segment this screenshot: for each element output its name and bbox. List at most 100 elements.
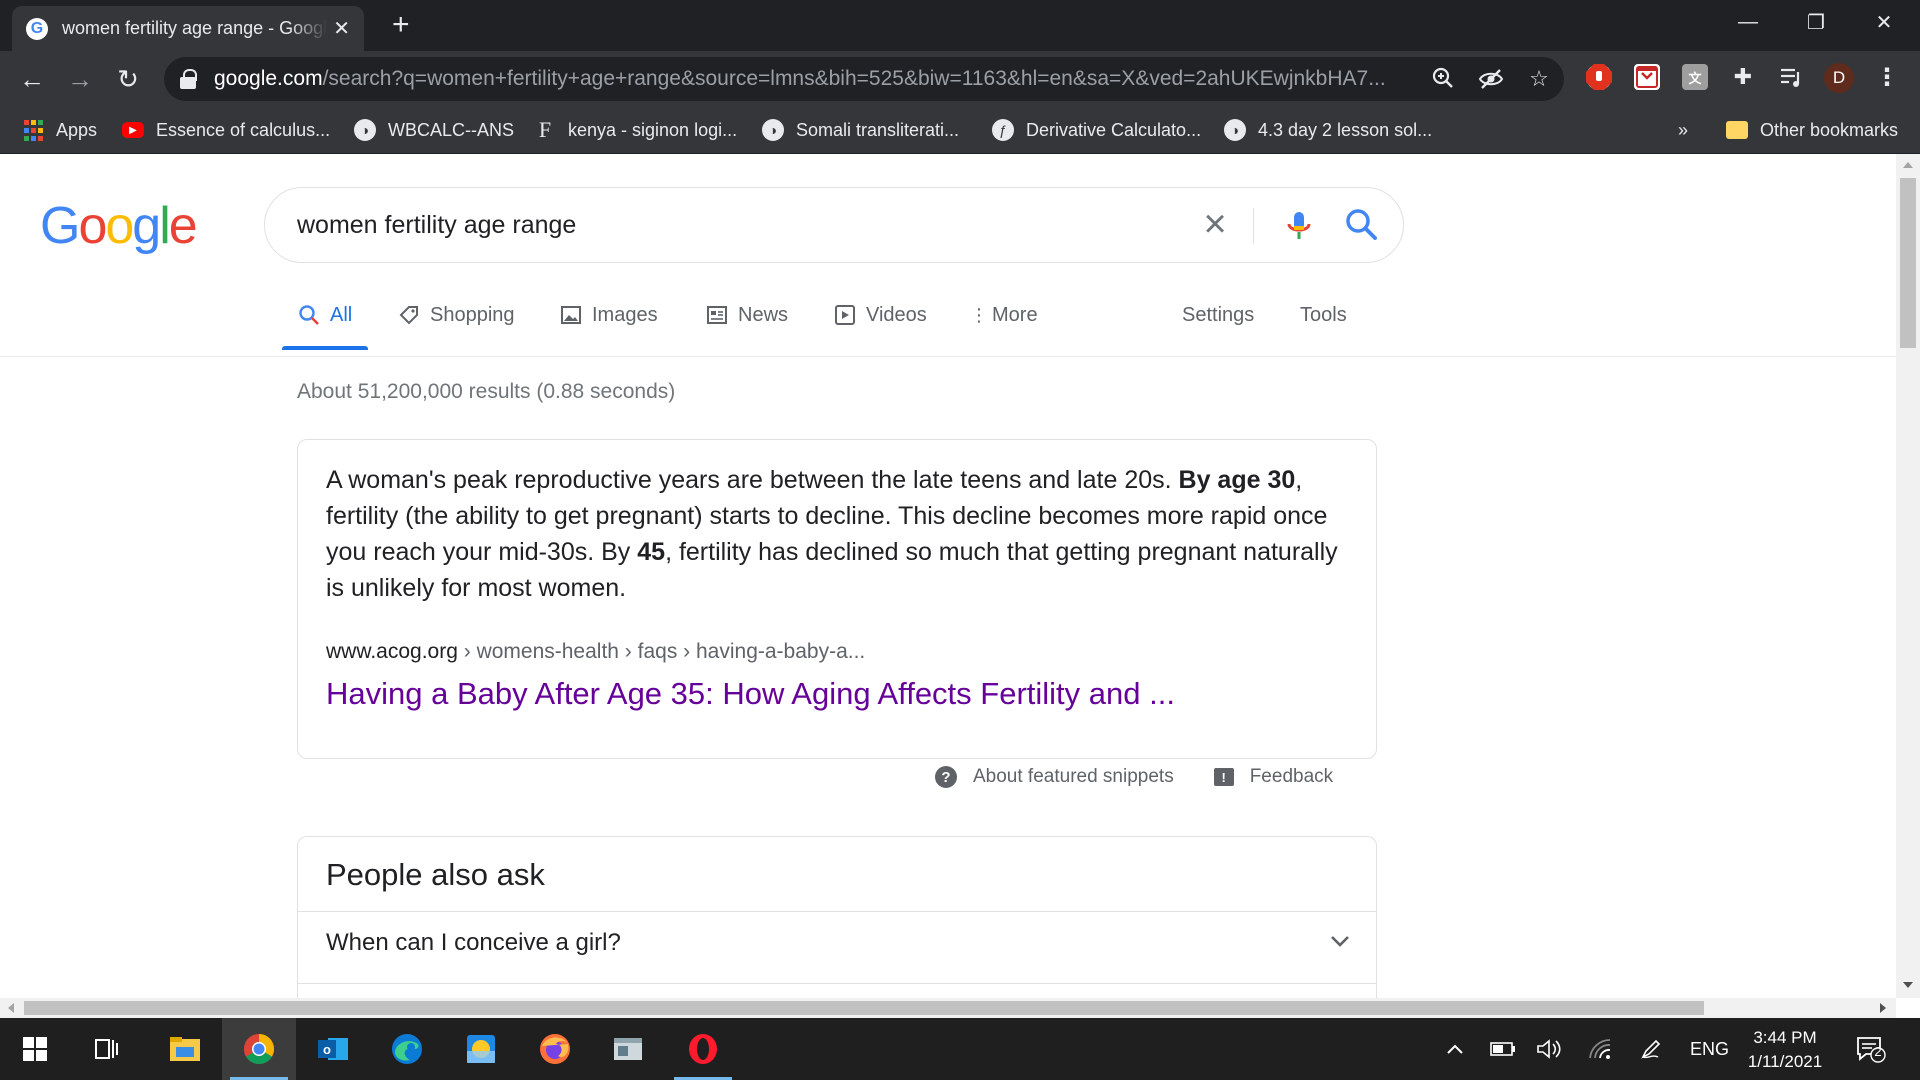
ad-block-extension-icon[interactable] — [1586, 64, 1612, 90]
paa-question[interactable]: When can I conceive a girl? — [326, 929, 621, 957]
vertical-scroll-thumb[interactable] — [1900, 178, 1916, 348]
pen-ink-icon[interactable] — [1640, 1018, 1662, 1080]
logo-letter: G — [40, 197, 80, 255]
forward-arrow-icon[interactable]: → — [62, 61, 98, 97]
edge-icon[interactable] — [370, 1018, 444, 1080]
bookmark-apps[interactable]: Apps — [22, 117, 97, 143]
logo-letter: e — [168, 197, 198, 255]
horizontal-scroll-thumb[interactable] — [24, 1001, 1704, 1015]
language-indicator[interactable]: ENG — [1690, 1018, 1729, 1080]
logo-letter: l — [159, 197, 170, 255]
microphone-icon[interactable] — [1279, 206, 1319, 246]
bookmark-essence-of-calculus[interactable]: ▶ Essence of calculus... — [122, 117, 330, 143]
zoom-icon[interactable] — [1430, 66, 1456, 92]
bookmark-wbcalc[interactable]: ◑ WBCALC--ANS — [354, 117, 514, 143]
tools-link[interactable]: Tools — [1300, 294, 1347, 350]
news-icon — [706, 304, 728, 326]
browser-toolbar: ← → ↻ google.com/search?q=women+fertilit… — [0, 51, 1920, 107]
eye-off-icon[interactable] — [1478, 66, 1504, 92]
search-input[interactable]: women fertility age range — [297, 211, 576, 240]
media-queue-icon[interactable] — [1778, 64, 1804, 90]
start-button[interactable] — [0, 1018, 70, 1080]
volume-icon[interactable] — [1536, 1018, 1562, 1080]
app-window-icon[interactable] — [592, 1018, 666, 1080]
paa-divider — [298, 911, 1376, 912]
close-window-button[interactable]: ✕ — [1852, 0, 1916, 44]
google-logo[interactable]: Google — [40, 196, 198, 256]
show-hidden-icons-chevron-icon[interactable] — [1446, 1018, 1464, 1080]
bookmark-derivative-calculator[interactable]: ƒ Derivative Calculato... — [992, 117, 1201, 143]
horizontal-scrollbar[interactable] — [0, 998, 1896, 1018]
tab-images[interactable]: Images — [560, 294, 658, 350]
search-submit-icon[interactable] — [1341, 204, 1383, 246]
system-clock[interactable]: 3:44 PM 1/11/2021 — [1730, 1026, 1840, 1074]
chrome-taskbar-icon[interactable] — [222, 1018, 296, 1080]
clear-search-icon[interactable]: × — [1195, 204, 1235, 246]
reload-icon[interactable]: ↻ — [110, 61, 146, 97]
f-site-icon: F — [538, 117, 552, 142]
translate-extension-icon[interactable]: 文 — [1682, 64, 1708, 90]
bookmark-kenya-siginon[interactable]: F kenya - siginon logi... — [534, 117, 737, 143]
vertical-scrollbar[interactable] — [1896, 154, 1920, 998]
address-bar[interactable]: google.com/search?q=women+fertility+age+… — [164, 57, 1564, 101]
tab-close-icon[interactable]: ✕ — [333, 16, 350, 41]
feedback-link[interactable]: Feedback — [1250, 766, 1333, 788]
browser-tab[interactable]: G women fertility age range - Google Sea… — [12, 6, 364, 51]
result-citation[interactable]: www.acog.org › womens-health › faqs › ha… — [326, 640, 1348, 664]
chevron-down-icon[interactable] — [1328, 929, 1352, 953]
tab-news[interactable]: News — [706, 294, 788, 350]
featured-snippet: A woman's peak reproductive years are be… — [297, 439, 1377, 759]
search-box-divider — [1253, 208, 1254, 244]
other-bookmarks[interactable]: Other bookmarks — [1726, 117, 1898, 143]
chrome-menu-icon[interactable]: ⋮ — [1874, 64, 1900, 91]
wifi-icon[interactable] — [1588, 1018, 1612, 1080]
tab-all[interactable]: All — [282, 294, 369, 350]
tab-more[interactable]: ⋮ More — [970, 294, 1038, 350]
bookmark-lesson-solutions[interactable]: ◑ 4.3 day 2 lesson sol... — [1224, 117, 1432, 143]
google-favicon-icon: G — [26, 17, 48, 40]
bookmark-somali-transliteration[interactable]: ◑ Somali transliterati... — [762, 117, 959, 143]
profile-avatar[interactable]: D — [1824, 63, 1854, 93]
opera-icon[interactable] — [666, 1018, 740, 1080]
scroll-left-arrow-icon[interactable] — [8, 1003, 14, 1013]
tab-shopping[interactable]: Shopping — [398, 294, 515, 350]
search-results-page: Google women fertility age range × All S… — [0, 154, 1896, 998]
tag-icon — [398, 304, 420, 326]
logo-letter: g — [132, 197, 161, 255]
save-extension-icon[interactable] — [1634, 64, 1660, 90]
file-explorer-icon[interactable] — [148, 1018, 222, 1080]
result-stats: About 51,200,000 results (0.88 seconds) — [297, 380, 676, 403]
svg-text:o: o — [323, 1042, 331, 1057]
about-featured-snippets-link[interactable]: About featured snippets — [973, 766, 1174, 788]
task-view-icon[interactable] — [70, 1018, 144, 1080]
action-center-icon[interactable]: 2 — [1856, 1018, 1886, 1080]
bookmark-star-icon[interactable]: ☆ — [1526, 66, 1552, 92]
new-tab-button[interactable]: + — [392, 8, 410, 42]
settings-link[interactable]: Settings — [1182, 294, 1254, 350]
apps-grid-icon — [22, 119, 44, 141]
photos-app-icon[interactable] — [444, 1018, 518, 1080]
extensions-puzzle-icon[interactable]: ✚ — [1730, 64, 1756, 90]
scroll-down-arrow-icon[interactable] — [1903, 982, 1913, 988]
windows-logo-icon — [23, 1037, 47, 1061]
calculator-site-icon: ƒ — [992, 119, 1014, 141]
result-title-link[interactable]: Having a Baby After Age 35: How Aging Af… — [326, 676, 1348, 712]
active-tab-indicator — [282, 346, 369, 350]
minimize-button[interactable]: — — [1716, 0, 1780, 44]
more-vert-icon: ⋮ — [970, 304, 988, 325]
feedback-icon: ! — [1213, 768, 1234, 786]
tab-videos[interactable]: Videos — [834, 294, 927, 350]
restore-button[interactable]: ❐ — [1784, 0, 1848, 44]
youtube-icon: ▶ — [122, 122, 144, 138]
url-text[interactable]: google.com/search?q=women+fertility+age+… — [214, 67, 1454, 91]
search-box[interactable]: women fertility age range × — [264, 187, 1404, 263]
scroll-up-arrow-icon[interactable] — [1903, 162, 1913, 168]
back-arrow-icon[interactable]: ← — [14, 61, 50, 97]
bookmarks-overflow-button[interactable]: » — [1678, 117, 1688, 143]
scroll-right-arrow-icon[interactable] — [1880, 1003, 1886, 1013]
battery-icon[interactable] — [1490, 1018, 1516, 1080]
snippet-footer: ? About featured snippets ! Feedback — [935, 766, 1333, 788]
bookmarks-bar: Apps ▶ Essence of calculus... ◑ WBCALC--… — [0, 107, 1920, 154]
outlook-icon[interactable]: o — [296, 1018, 370, 1080]
firefox-icon[interactable] — [518, 1018, 592, 1080]
